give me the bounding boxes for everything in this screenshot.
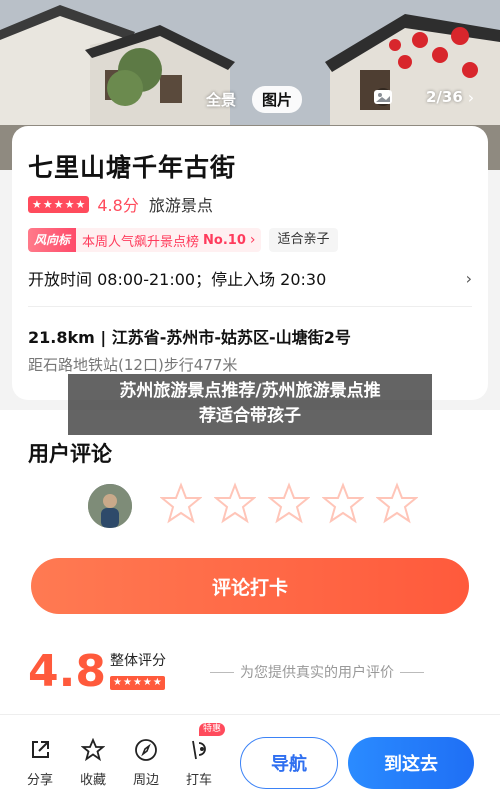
tab-photos[interactable]: 图片 [252,86,303,113]
compass-icon [135,739,157,761]
rank-tag: 风向标 [28,228,77,252]
poi-category: 旅游景点 [148,196,213,215]
rating-row: ★ ★ ★ ★ ★ 4.8分 旅游景点 [28,192,213,216]
taxi-label: 打车 [185,773,212,788]
overall-score-label: 整体评分 [110,653,166,669]
star-icon: ★ [53,197,64,211]
metro-distance: 距石路地铁站(12口)步行477米 [28,356,238,374]
image-icon[interactable] [374,86,421,108]
share-icon [32,741,49,758]
opening-hours: 开放时间 08:00-21:00；停止入场 20:30 [28,270,327,289]
star-icon: ★ [132,677,142,688]
family-friendly-tag: 适合亲子 [269,228,338,252]
media-tabs: 全景 图片 [196,86,303,113]
photo-counter: 2/36 [426,88,463,106]
reviews-title: 用户评论 [28,442,112,466]
divider [28,306,472,307]
divider [400,671,424,673]
navigate-button[interactable]: 导航 [240,737,338,789]
poi-info-card: 七里山塘千年古街 ★ ★ ★ ★ ★ 4.8分 旅游景点 风向标 本周人气飙升景… [12,126,488,400]
star-outline-icon[interactable] [160,482,202,524]
chevron-right-icon: › [249,232,256,248]
star-outline-icon[interactable] [214,482,256,524]
watermark-banner: 苏州旅游景点推荐/苏州旅游景点推 荐适合带孩子 [68,374,432,435]
banner-line-2: 荐适合带孩子 [199,406,301,426]
badge-row: 风向标 本周人气飙升景点榜 No.10 › 适合亲子 [28,228,338,252]
star-outline-icon [81,738,105,762]
star-icon: ★ [142,677,152,688]
tab-panorama[interactable]: 全景 [196,86,246,113]
share-label: 分享 [26,773,53,788]
star-icon: ★ [122,677,132,688]
ranking-badge[interactable]: 风向标 本周人气飙升景点榜 No.10 › [28,228,262,252]
star-outline-icon[interactable] [268,482,310,524]
taxi-special-badge: 特惠 [199,723,226,736]
taxi-action[interactable]: 特惠 打车 [179,723,226,788]
poi-title: 七里山塘千年古街 [28,153,237,182]
favorite-action[interactable]: 收藏 [73,737,113,788]
banner-line-1: 苏州旅游景点推荐/苏州旅游景点推 [119,381,381,401]
chevron-right-icon[interactable]: › [468,88,474,107]
favorite-label: 收藏 [79,773,106,788]
share-action[interactable]: 分享 [20,737,60,788]
taxi-icon [192,740,206,760]
star-icon: ★ [64,197,75,211]
opening-hours-row[interactable]: 开放时间 08:00-21:00；停止入场 20:30 › [28,266,472,290]
star-outline-icon[interactable] [376,482,418,524]
bottom-action-bar: 分享 收藏 周边 特惠 打车 导航 到这去 [0,714,500,807]
overall-score: 4.8 [28,646,106,697]
rank-text: 本周人气飙升景点榜 [82,234,200,250]
rating-score: 4.8分 [97,196,139,215]
star-icon: ★ [152,677,162,688]
avatar[interactable] [88,484,132,528]
go-here-button[interactable]: 到这去 [348,737,474,789]
reviews-section: 用户评论 评论打卡 4.8 整体评分 ★ ★ ★ ★ ★ 为您提供真实的用户评价 [0,410,500,714]
star-icon: ★ [32,197,42,211]
rate-stars [160,482,418,524]
review-prompt-text: 为您提供真实的用户评价 [240,665,394,681]
star-icon: ★ [42,197,53,211]
overall-stars: ★ ★ ★ ★ ★ [110,676,165,690]
review-prompt: 为您提供真实的用户评价 [210,662,424,682]
divider [210,671,234,673]
nearby-label: 周边 [132,773,159,788]
media-tools: 2/36 › [372,86,474,108]
star-icon: ★ [75,197,86,211]
chevron-right-icon: › [465,268,472,288]
nearby-action[interactable]: 周边 [126,737,166,788]
star-icon: ★ [113,677,122,688]
rank-number: No.10 [203,232,246,248]
address[interactable]: 21.8km | 江苏省-苏州市-姑苏区-山塘街2号 [28,324,351,348]
star-outline-icon[interactable] [322,482,364,524]
rating-stars: ★ ★ ★ ★ ★ [28,195,90,213]
review-checkin-button[interactable]: 评论打卡 [31,558,469,614]
